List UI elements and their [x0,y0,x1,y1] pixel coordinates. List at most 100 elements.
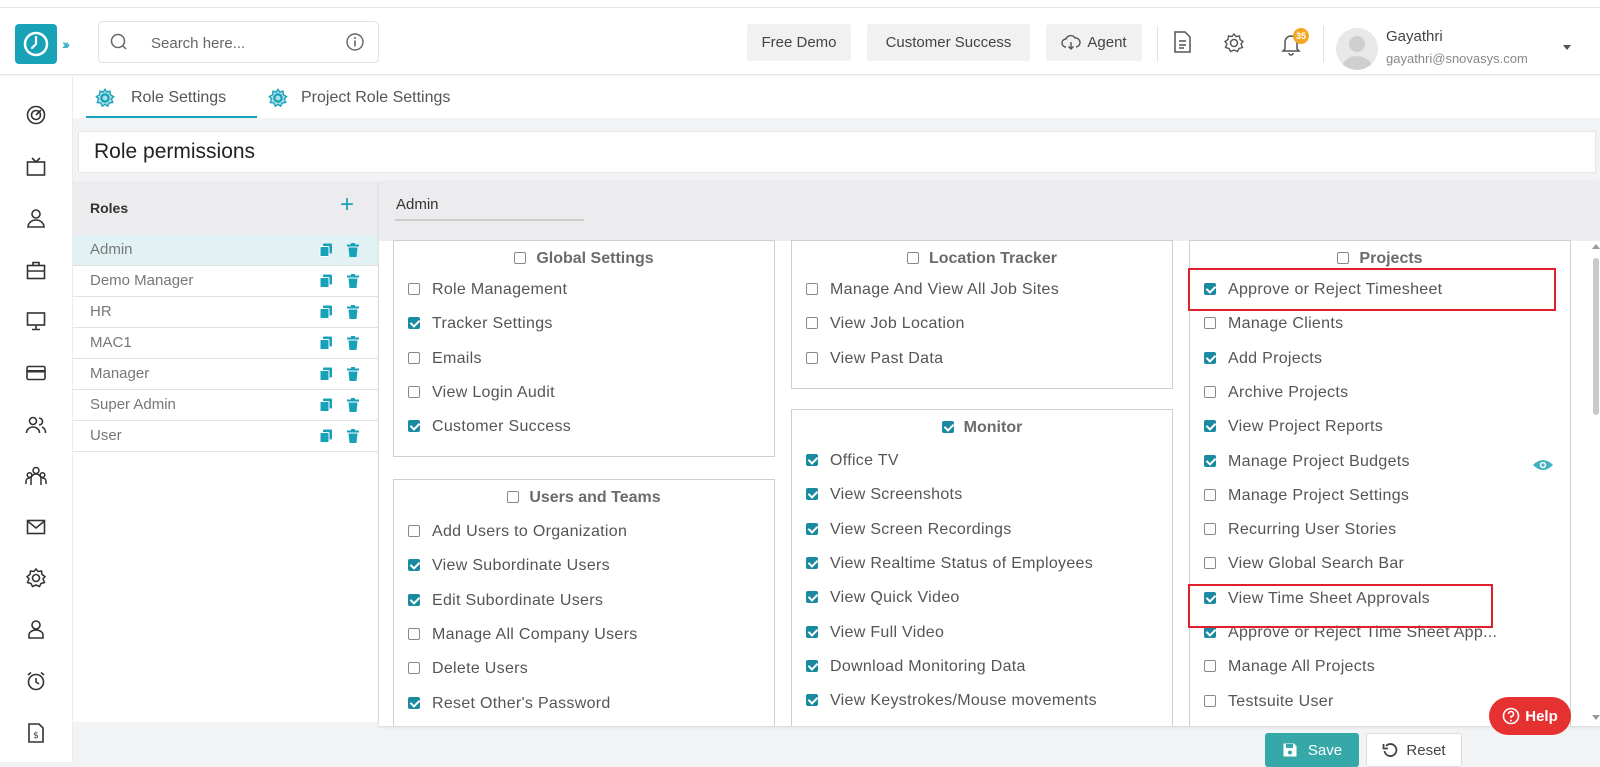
permission-item[interactable]: View Global Search Bar [1204,555,1404,573]
section-checkbox[interactable] [507,491,520,503]
avatar[interactable] [1336,28,1378,70]
copy-icon[interactable] [318,366,334,382]
permission-item[interactable]: View Quick Video [806,589,960,607]
invoice-icon[interactable]: $ [25,722,47,744]
permission-checkbox[interactable] [1204,420,1216,433]
permission-checkbox[interactable] [408,351,420,364]
permission-item[interactable]: Manage And View All Job Sites [806,281,1059,299]
permission-checkbox[interactable] [806,283,818,295]
delete-icon[interactable] [345,304,361,320]
permission-checkbox[interactable] [1204,351,1216,364]
mail-icon[interactable] [25,516,47,538]
app-logo[interactable] [15,24,57,64]
permission-item[interactable]: Customer Success [408,418,571,436]
users-icon[interactable] [25,414,47,436]
permission-item[interactable]: View Login Audit [408,384,555,402]
search-input[interactable] [151,31,331,55]
tab-role-settings[interactable]: Role Settings [95,84,226,112]
permission-item[interactable]: View Screenshots [806,486,963,504]
permission-item[interactable]: Emails [408,350,482,368]
permission-item[interactable]: Manage All Projects [1204,658,1375,676]
permission-checkbox[interactable] [806,659,818,672]
permission-checkbox[interactable] [408,420,420,433]
copy-icon[interactable] [318,335,334,351]
permission-checkbox[interactable] [806,488,818,501]
permission-checkbox[interactable] [1204,660,1216,673]
permission-item[interactable]: Delete Users [408,660,528,678]
team-icon[interactable] [25,465,47,487]
permission-checkbox[interactable] [806,522,818,535]
alarm-clock-icon[interactable] [25,670,47,692]
permission-checkbox[interactable] [806,694,818,707]
permission-checkbox[interactable] [806,454,818,466]
permission-item[interactable]: View Job Location [806,315,965,333]
role-item[interactable]: HR [73,297,379,328]
permission-checkbox[interactable] [1204,694,1216,707]
permission-checkbox[interactable] [1204,523,1216,536]
copy-icon[interactable] [318,397,334,413]
settings-icon[interactable] [25,567,47,589]
section-checkbox[interactable] [514,252,527,264]
permission-item[interactable]: View Screen Recordings [806,521,1012,539]
permission-item[interactable]: View Realtime Status of Employees [806,555,1093,573]
permission-checkbox[interactable] [408,317,420,330]
permission-item[interactable]: View Keystrokes/Mouse movements [806,692,1097,710]
section-checkbox[interactable] [941,421,954,433]
section-header[interactable]: Global Settings [394,250,774,268]
employee-badge-icon[interactable] [25,618,47,640]
user-menu-chevron-down-icon[interactable] [1563,45,1571,50]
copy-icon[interactable] [318,428,334,444]
permission-item[interactable]: Recurring User Stories [1204,521,1396,539]
permission-item[interactable]: Add Users to Organization [408,523,627,541]
permission-item[interactable]: Reset Other's Password [408,695,611,713]
eye-icon[interactable] [1532,457,1554,473]
role-item[interactable]: User [73,421,379,452]
permission-checkbox[interactable] [1204,385,1216,398]
permission-checkbox[interactable] [1204,317,1216,330]
permission-checkbox[interactable] [408,662,420,675]
permission-checkbox[interactable] [806,317,818,330]
permission-checkbox[interactable] [1204,488,1216,501]
permission-checkbox[interactable] [806,351,818,364]
permission-item[interactable]: View Subordinate Users [408,557,610,575]
help-button[interactable]: Help [1489,697,1571,735]
settings-gear-icon[interactable] [1223,32,1245,54]
delete-icon[interactable] [345,366,361,382]
permission-item[interactable]: Tracker Settings [408,315,553,333]
scrollbar[interactable] [1593,258,1599,415]
permission-checkbox[interactable] [408,559,420,572]
permission-item[interactable]: View Full Video [806,624,944,642]
add-role-button[interactable]: + [340,191,354,219]
copy-icon[interactable] [318,242,334,258]
permission-item[interactable]: Manage Project Settings [1204,487,1409,505]
permission-item[interactable]: Role Management [408,281,567,299]
permission-item[interactable]: View Past Data [806,350,943,368]
monitor-icon[interactable] [25,310,47,332]
copy-icon[interactable] [318,304,334,320]
section-header[interactable]: Projects [1190,250,1570,268]
permission-item[interactable]: Manage All Company Users [408,626,638,644]
section-checkbox[interactable] [906,252,919,264]
permission-checkbox[interactable] [408,593,420,606]
permission-item[interactable]: Edit Subordinate Users [408,592,603,610]
permission-checkbox[interactable] [408,627,420,640]
permission-checkbox[interactable] [806,556,818,569]
permission-item[interactable]: Manage Project Budgets [1204,453,1410,471]
briefcase-icon[interactable] [25,259,47,281]
permission-checkbox[interactable] [806,625,818,638]
delete-icon[interactable] [345,273,361,289]
tab-project-role-settings[interactable]: Project Role Settings [268,84,450,112]
scroll-up-arrow-icon[interactable] [1592,244,1600,249]
dashboard-icon[interactable] [25,104,47,126]
credit-card-icon[interactable] [25,362,47,384]
section-header[interactable]: Monitor [792,419,1172,437]
permission-checkbox[interactable] [408,696,420,709]
role-item[interactable]: MAC1 [73,328,379,359]
role-item[interactable]: Manager [73,359,379,390]
permission-checkbox[interactable] [1204,454,1216,467]
free-demo-button[interactable]: Free Demo [747,24,851,61]
permission-item[interactable]: Office TV [806,452,899,470]
delete-icon[interactable] [345,242,361,258]
permission-item[interactable]: Testsuite User [1204,693,1334,711]
permission-checkbox[interactable] [1204,557,1216,570]
